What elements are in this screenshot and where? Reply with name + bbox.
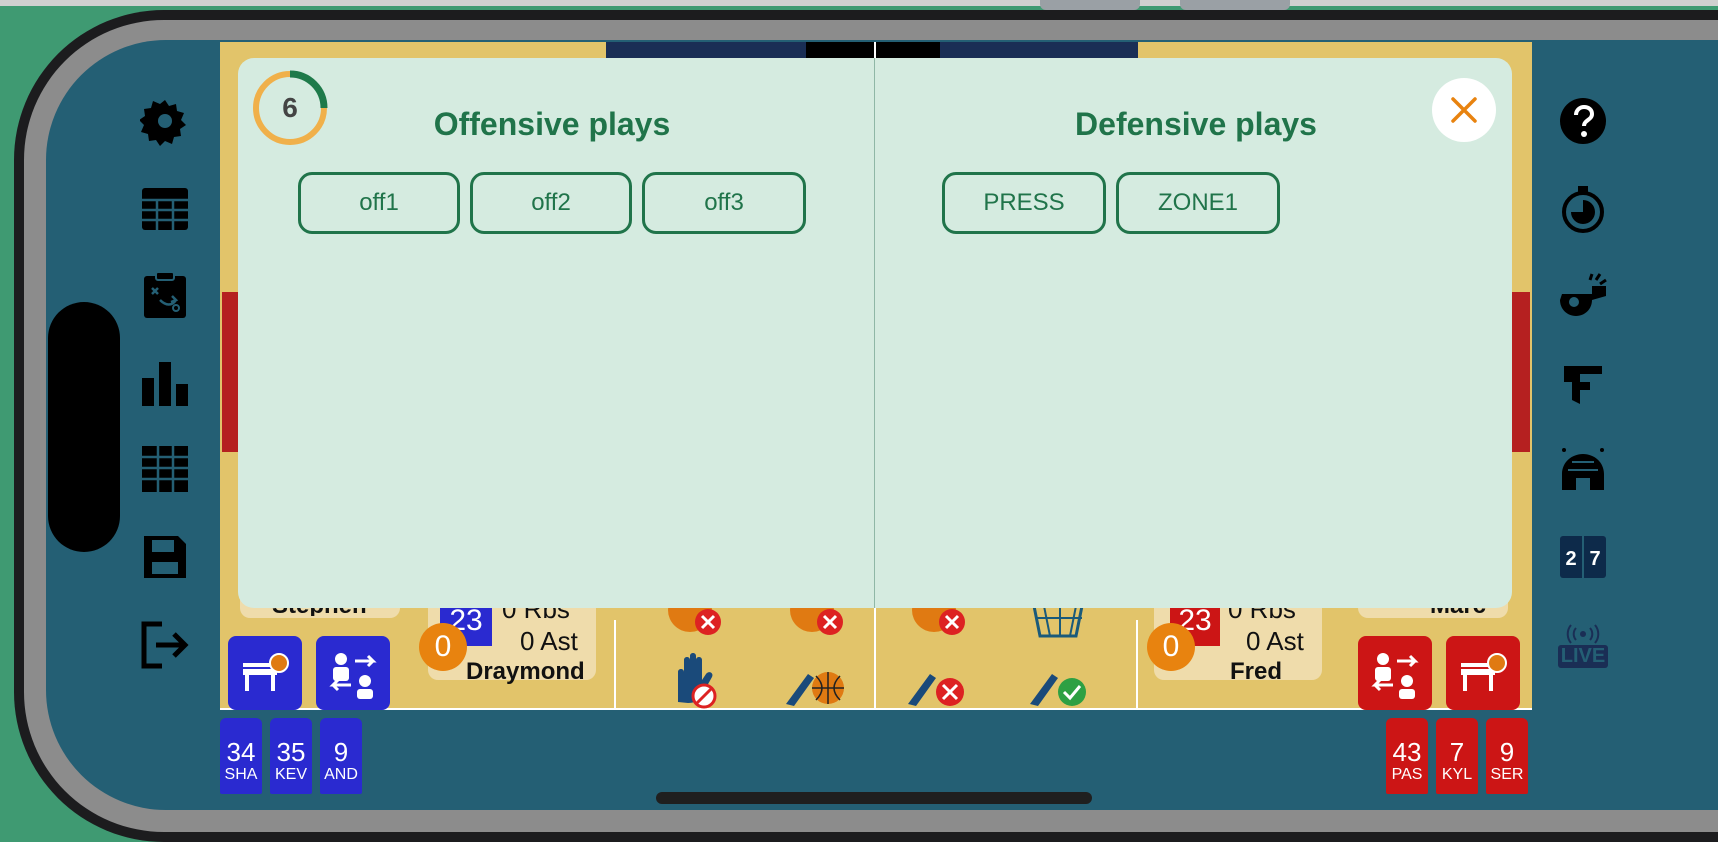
home-substitution-button[interactable] <box>316 636 390 710</box>
jersey-number: 9 <box>1499 737 1515 767</box>
live-icon[interactable]: LIVE <box>1557 620 1609 670</box>
court-baseline <box>220 708 1532 710</box>
arena-icon[interactable] <box>1558 444 1608 494</box>
home-bench-jersey[interactable]: 35 KEV <box>270 718 312 794</box>
save-icon[interactable] <box>140 532 190 582</box>
modal-divider <box>874 58 875 608</box>
whistle-icon[interactable] <box>1558 270 1608 320</box>
visitor-bench-jersey[interactable]: 43 PAS <box>1386 718 1428 794</box>
hand-signal-icon[interactable] <box>1558 358 1608 408</box>
visitor-player-name: Fred <box>1230 658 1283 685</box>
stopwatch-icon[interactable] <box>1558 184 1608 234</box>
home-indicator <box>656 792 1092 804</box>
svg-text:7: 7 <box>1589 548 1600 570</box>
offensive-play-button[interactable]: off2 <box>470 172 632 234</box>
close-icon <box>1451 97 1477 123</box>
offensive-plays-title: Offensive plays <box>433 106 671 142</box>
jersey-abbr: AND <box>324 766 358 783</box>
home-bench-jersey[interactable]: 9 AND <box>320 718 362 794</box>
visitor-timeout-button[interactable] <box>1446 636 1520 710</box>
turnover-missed-icon[interactable] <box>898 646 978 710</box>
home-assists: 0 Ast <box>520 626 578 656</box>
jersey-abbr: SHA <box>224 766 258 783</box>
volume-button <box>1040 0 1140 10</box>
close-button[interactable] <box>1432 78 1496 142</box>
home-timeout-button[interactable] <box>228 636 302 710</box>
home-player-name: Draymond <box>466 658 585 685</box>
countdown-value: 6 <box>282 92 298 123</box>
steal-icon[interactable] <box>776 646 856 710</box>
court-line <box>1136 620 1138 710</box>
svg-text:2: 2 <box>1565 548 1576 570</box>
court-line <box>614 620 616 710</box>
visitor-substitution-button[interactable] <box>1358 636 1432 710</box>
visitor-assists: 0 Ast <box>1246 626 1304 656</box>
spreadsheet-icon[interactable] <box>140 184 190 234</box>
jersey-number: 35 <box>276 737 306 767</box>
jersey-abbr: PAS <box>1391 766 1423 783</box>
jersey-number: 9 <box>333 737 349 767</box>
grid-icon[interactable] <box>140 444 190 494</box>
visitor-bench-jersey[interactable]: 9 SER <box>1486 718 1528 794</box>
gear-icon[interactable] <box>140 96 190 146</box>
jersey-number: 34 <box>226 737 256 767</box>
live-label: LIVE <box>1557 644 1609 668</box>
help-icon[interactable] <box>1558 96 1608 146</box>
jersey-abbr: SER <box>1490 766 1524 783</box>
block-icon[interactable] <box>660 646 740 710</box>
visitor-foul-badge: 0 <box>1147 623 1195 671</box>
home-bench-jersey[interactable]: 34 SHA <box>220 718 262 794</box>
offensive-play-button[interactable]: off3 <box>642 172 806 234</box>
jersey-abbr: KEV <box>274 766 307 783</box>
jersey-abbr: KYL <box>1441 766 1473 783</box>
clipboard-play-icon[interactable] <box>140 270 190 320</box>
jersey-number: 7 <box>1449 737 1465 767</box>
status-strip <box>0 0 1718 6</box>
exit-icon[interactable] <box>140 620 190 670</box>
visitor-bench-jersey[interactable]: 7 KYL <box>1436 718 1478 794</box>
home-foul-badge: 0 <box>419 623 467 671</box>
jersey-number: 43 <box>1392 737 1422 767</box>
offensive-play-button[interactable]: off1 <box>298 172 460 234</box>
bar-chart-icon[interactable] <box>140 358 190 408</box>
defensive-plays-title: Defensive plays <box>1075 106 1317 142</box>
defensive-play-button[interactable]: ZONE1 <box>1116 172 1280 234</box>
camera-cutout <box>48 302 120 552</box>
defensive-play-button[interactable]: PRESS <box>942 172 1106 234</box>
power-button <box>1180 0 1290 10</box>
assist-success-icon[interactable] <box>1020 646 1100 710</box>
score-board-icon[interactable]: 27 <box>1558 532 1608 582</box>
